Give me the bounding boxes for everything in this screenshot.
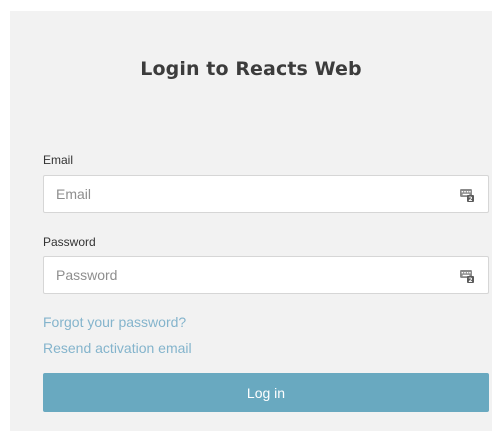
forgot-password-link[interactable]: Forgot your password? [43, 314, 186, 330]
email-field-container: 2 [43, 175, 489, 213]
svg-text:2: 2 [468, 196, 472, 203]
page-title: Login to Reacts Web [140, 58, 362, 80]
svg-text:2: 2 [468, 277, 472, 284]
password-field[interactable] [44, 257, 456, 293]
login-panel: Login to Reacts Web Email 2 Password 2 [10, 11, 492, 431]
resend-activation-link[interactable]: Resend activation email [43, 340, 192, 356]
email-label: Email [43, 153, 74, 167]
password-field-container: 2 [43, 256, 489, 294]
keyboard-icon[interactable]: 2 [459, 187, 475, 203]
password-label: Password [43, 235, 96, 249]
keyboard-icon[interactable]: 2 [459, 268, 475, 284]
email-field[interactable] [44, 176, 456, 212]
login-button[interactable]: Log in [43, 373, 489, 412]
